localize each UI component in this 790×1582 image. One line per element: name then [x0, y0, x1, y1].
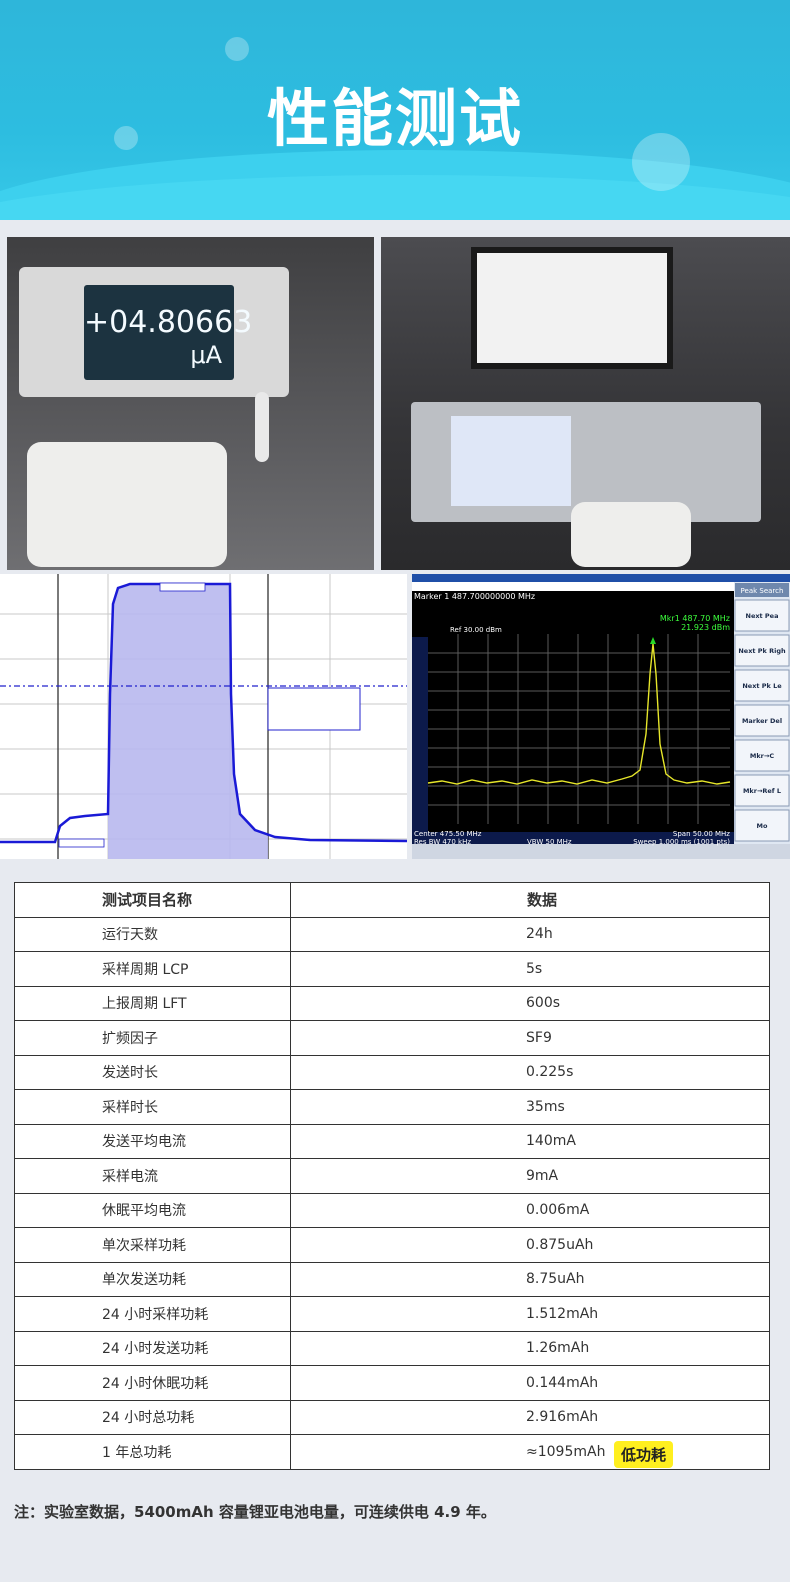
table-row: 采样周期 LCP 5s	[14, 951, 770, 987]
test-item-value: 0.006mA	[290, 1192, 770, 1228]
table-row: 24 小时总功耗 2.916mAh	[14, 1399, 770, 1435]
test-item-value: 24h	[290, 916, 770, 952]
lab-setup-photo	[381, 237, 790, 570]
test-item-value: 8.75uAh	[290, 1261, 770, 1297]
spectrum-vbw: VBW 50 MHz	[527, 838, 572, 846]
low-power-badge: 低功耗	[614, 1441, 674, 1468]
laptop	[471, 247, 673, 369]
meter-unit: μA	[190, 341, 222, 369]
spectrum-center: Center 475.50 MHz	[414, 830, 482, 838]
spec-table: 测试项目名称 数据 运行天数 24h 采样周期 LCP 5s 上报周期 LFT 600s 扩…	[14, 882, 770, 1470]
test-item-name: 24 小时发送功耗	[14, 1330, 291, 1366]
test-item-name: 采样电流	[14, 1158, 291, 1194]
test-item-value: 5s	[290, 951, 770, 987]
test-item-name: 单次发送功耗	[14, 1261, 291, 1297]
multimeter: +04.80663 μA	[19, 267, 289, 397]
test-item-value: 0.875uAh	[290, 1227, 770, 1263]
softkey-label: Mo	[757, 822, 768, 830]
table-row: 24 小时休眠功耗 0.144mAh	[14, 1365, 770, 1401]
test-item-value: 9mA	[290, 1158, 770, 1194]
current-waveform-chart	[0, 574, 408, 859]
softkey-label: Next Pea	[746, 612, 779, 620]
column-header: 测试项目名称	[14, 882, 291, 918]
table-row: 运行天数 24h	[14, 916, 770, 952]
analyzer-screen	[451, 416, 571, 506]
softkey-label: Next Pk Righ	[738, 647, 786, 655]
test-item-value: 600s	[290, 985, 770, 1021]
spectrum-ref: Ref 30.00 dBm	[450, 626, 502, 634]
test-item-value: 0.144mAh	[290, 1365, 770, 1401]
device-box	[571, 502, 691, 567]
test-item-name: 发送时长	[14, 1054, 291, 1090]
test-item-name: 采样时长	[14, 1089, 291, 1125]
table-row: 单次采样功耗 0.875uAh	[14, 1227, 770, 1263]
header-banner: 性能测试	[0, 0, 790, 220]
page-title: 性能测试	[266, 82, 523, 155]
table-row: 24 小时发送功耗 1.26mAh	[14, 1330, 770, 1366]
softkey-label: Mkr→C	[750, 752, 774, 760]
device-box	[27, 442, 227, 567]
spectrum-svg: Marker 1 487.700000000 MHz Ref 30.00 dBm…	[412, 574, 790, 859]
test-item-name: 扩频因子	[14, 1020, 291, 1056]
column-header: 数据	[290, 882, 770, 918]
spectrum-analyzer-screen: Marker 1 487.700000000 MHz Ref 30.00 dBm…	[412, 574, 790, 859]
test-item-value: 35ms	[290, 1089, 770, 1125]
table-row: 上报周期 LFT 600s	[14, 985, 770, 1021]
multimeter-photo: +04.80663 μA	[7, 237, 374, 570]
test-item-name: 24 小时采样功耗	[14, 1296, 291, 1332]
table-row: 发送时长 0.225s	[14, 1054, 770, 1090]
banner-bubble	[225, 37, 249, 61]
spectrum-rbw: Res BW 470 kHz	[414, 838, 471, 846]
footnote: 注：实验室数据，5400mAh 容量锂亚电池电量，可连续供电 4.9 年。	[14, 1503, 496, 1521]
antenna	[255, 392, 269, 462]
test-item-value: 1.26mAh	[290, 1330, 770, 1366]
test-item-name: 上报周期 LFT	[14, 985, 291, 1021]
test-item-value: SF9	[290, 1020, 770, 1056]
spectrum-sweep: Sweep 1.000 ms (1001 pts)	[633, 838, 730, 846]
spectrum-marker: Marker 1 487.700000000 MHz	[414, 592, 535, 601]
test-item-value: 2.916mAh	[290, 1399, 770, 1435]
meter-reading: +04.80663	[84, 305, 253, 340]
table-row: 单次发送功耗 8.75uAh	[14, 1261, 770, 1297]
test-item-value: 140mA	[290, 1123, 770, 1159]
test-item-value: 0.225s	[290, 1054, 770, 1090]
multimeter-screen: +04.80663 μA	[84, 285, 253, 380]
test-item-name: 休眠平均电流	[14, 1192, 291, 1228]
table-row: 发送平均电流 140mA	[14, 1123, 770, 1159]
test-item-name: 24 小时总功耗	[14, 1399, 291, 1435]
softkey-label: Mkr→Ref L	[743, 787, 781, 795]
softkey-label: Marker Del	[742, 717, 782, 725]
table-header-row: 测试项目名称 数据	[14, 882, 770, 918]
softkey-label: Next Pk Le	[742, 682, 782, 690]
spectrum-mkr-level: 21.923 dBm	[681, 623, 730, 632]
test-item-value: 1.512mAh	[290, 1296, 770, 1332]
spectrum-span: Span 50.00 MHz	[673, 830, 730, 838]
test-item-name: 1 年总功耗	[14, 1434, 291, 1470]
test-item-name: 24 小时休眠功耗	[14, 1365, 291, 1401]
table-row: 采样电流 9mA	[14, 1158, 770, 1194]
spectrum-mkr-freq: Mkr1 487.70 MHz	[660, 614, 730, 623]
test-item-value: ≈1095mAh	[290, 1434, 770, 1470]
table-row: 采样时长 35ms	[14, 1089, 770, 1125]
test-item-name: 发送平均电流	[14, 1123, 291, 1159]
table-row: 24 小时采样功耗 1.512mAh	[14, 1296, 770, 1332]
current-waveform-svg	[0, 574, 408, 859]
test-item-name: 采样周期 LCP	[14, 951, 291, 987]
test-item-name: 单次采样功耗	[14, 1227, 291, 1263]
table-row: 休眠平均电流 0.006mA	[14, 1192, 770, 1228]
table-row: 扩频因子 SF9	[14, 1020, 770, 1056]
peak-search-title: Peak Search	[741, 587, 784, 595]
test-item-name: 运行天数	[14, 916, 291, 952]
